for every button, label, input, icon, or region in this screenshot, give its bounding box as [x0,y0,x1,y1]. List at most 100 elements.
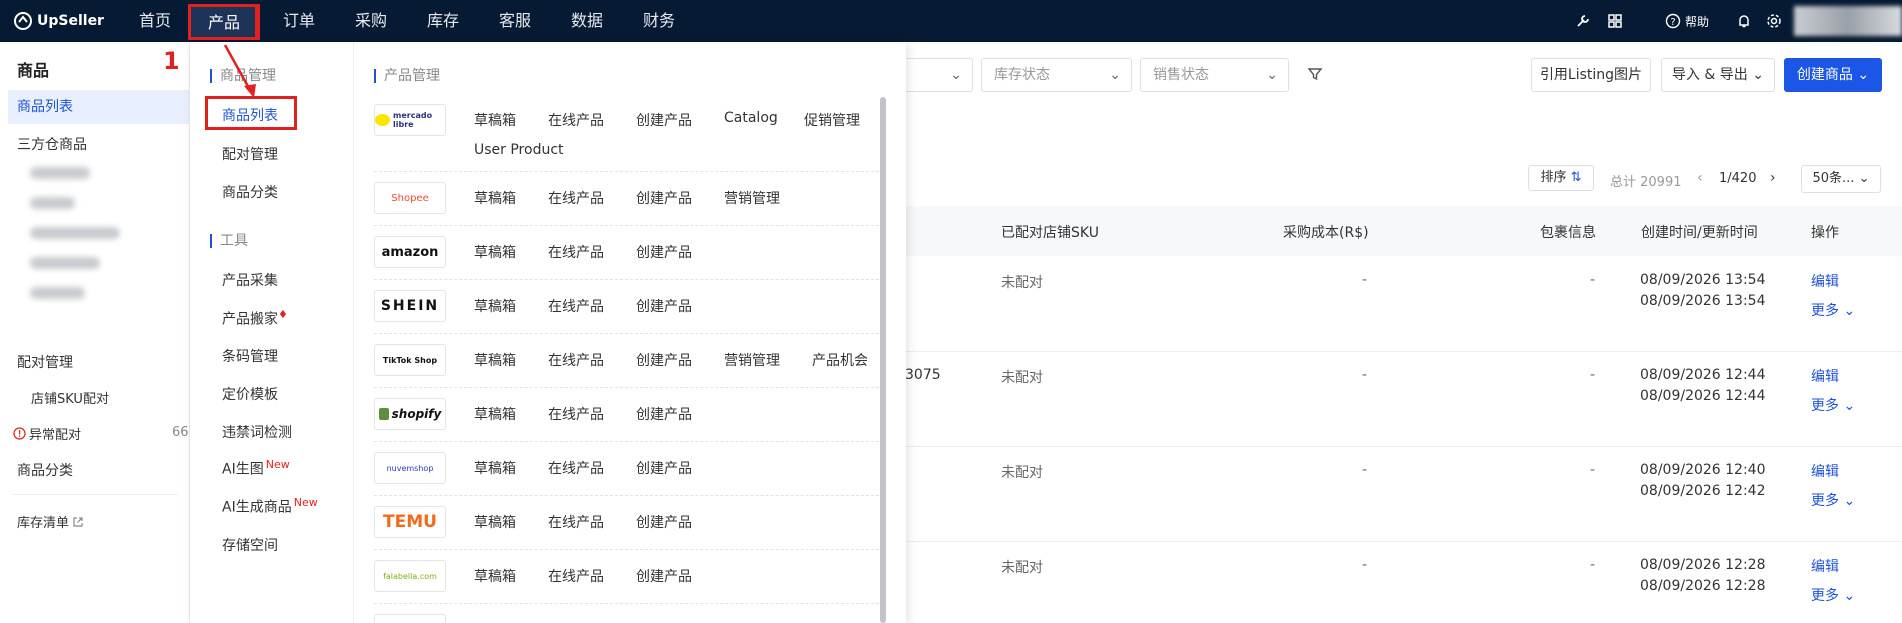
shopify-draft[interactable]: 草稿箱 [474,404,516,424]
stock-status-select[interactable]: 库存状态 ⌄ [981,58,1132,92]
sidebar-item-matching[interactable]: 配对管理 [17,352,73,372]
gear-icon[interactable] [1766,0,1782,42]
filter-icon[interactable] [1307,66,1323,86]
sidebar-item-inventory-list[interactable]: 库存清单 [17,512,84,531]
platform-nuvemshop: nuvemshop 草稿箱 在线产品 创建产品 [374,442,884,496]
nuvem-draft[interactable]: 草稿箱 [474,458,516,478]
ml-promo[interactable]: 促销管理 [804,110,860,130]
tiktok-marketing[interactable]: 营销管理 [724,350,780,370]
shopify-online[interactable]: 在线产品 [548,404,604,424]
menu-item-barcode[interactable]: 条码管理 [222,346,278,366]
temu-online[interactable]: 在线产品 [548,512,604,532]
falabella-create[interactable]: 创建产品 [636,566,692,586]
menu-item-pricing[interactable]: 定价模板 [222,384,278,404]
shein-create[interactable]: 创建产品 [636,296,692,316]
menu-item-matching[interactable]: 配对管理 [222,144,278,164]
tiktok-online[interactable]: 在线产品 [548,350,604,370]
row2-edit-link[interactable]: 编辑 [1811,366,1839,386]
tiktok-create[interactable]: 创建产品 [636,350,692,370]
sidebar-item-abnormal[interactable]: 异常配对 [13,424,81,443]
shein-logo: SHEIN [374,290,446,322]
amazon-create[interactable]: 创建产品 [636,242,692,262]
mega-scrollbar[interactable] [880,97,886,623]
amazon-draft[interactable]: 草稿箱 [474,242,516,262]
menu-item-prohibited[interactable]: 违禁词检测 [222,422,292,442]
falabella-draft[interactable]: 草稿箱 [474,566,516,586]
filter-select-partial[interactable]: ⌄ [905,58,973,92]
page-size-select[interactable]: 50条... ⌄ [1801,165,1881,193]
row2-pkg: - [1590,367,1596,383]
shopee-create[interactable]: 创建产品 [636,188,692,208]
sidebar-item-third-warehouse[interactable]: 三方仓商品 [17,134,87,154]
row3-more-label: 更多 [1811,493,1839,509]
user-account[interactable] [1794,6,1902,36]
ref-listing-button[interactable]: 引用Listing图片 [1531,58,1651,92]
apps-grid-icon[interactable] [1607,0,1623,42]
ml-catalog[interactable]: Catalog [724,110,778,126]
shopify-bag-icon [378,408,389,420]
shein-draft[interactable]: 草稿箱 [474,296,516,316]
menu-item-collect[interactable]: 产品采集 [222,270,278,290]
prev-page-icon[interactable]: ‹ [1697,170,1703,186]
menu-item-ai-product[interactable]: AI生成商品 New [222,496,318,517]
shopee-online[interactable]: 在线产品 [548,188,604,208]
shopee-draft[interactable]: 草稿箱 [474,188,516,208]
sort-label: 排序 [1540,170,1567,185]
row4-more-link[interactable]: 更多 ⌄ [1811,585,1855,605]
row3-matched: 未配对 [1001,465,1043,481]
row3-edit-link[interactable]: 编辑 [1811,461,1839,481]
menu-item-ai-image[interactable]: AI生图 New [222,458,290,479]
sidebar-item-store-sku[interactable]: 店铺SKU配对 [31,388,109,407]
menu-item-category[interactable]: 商品分类 [222,182,278,202]
nav-data[interactable]: 数据 [571,0,603,42]
row3-more-link[interactable]: 更多 ⌄ [1811,490,1855,510]
row4-edit-link[interactable]: 编辑 [1811,556,1839,576]
row1-cost: - [1362,272,1368,288]
row1-more-link[interactable]: 更多 ⌄ [1811,300,1855,320]
tiktok-opportunity[interactable]: 产品机会 [812,350,868,370]
chevron-down-icon: ⌄ [1266,67,1278,83]
ml-online[interactable]: 在线产品 [548,110,604,130]
shopee-marketing[interactable]: 营销管理 [724,188,780,208]
import-export-button[interactable]: 导入 & 导出 ⌄ [1661,58,1775,92]
bell-icon[interactable] [1736,0,1752,42]
mercadolibre-name: mercado libre [393,111,433,129]
upseller-logo-icon [14,12,32,30]
nav-inventory[interactable]: 库存 [427,0,459,42]
tiktok-draft[interactable]: 草稿箱 [474,350,516,370]
menu-item-move[interactable]: 产品搬家♦ [222,308,288,329]
nuvem-online[interactable]: 在线产品 [548,458,604,478]
col-package: 包裹信息 [1540,225,1596,241]
create-product-button[interactable]: 创建商品 ⌄ [1784,58,1882,92]
wrench-icon[interactable] [1575,0,1591,42]
help-icon: ? [1665,13,1681,29]
nav-finance[interactable]: 财务 [643,0,675,42]
help-button[interactable]: ? 帮助 [1665,0,1709,42]
temu-draft[interactable]: 草稿箱 [474,512,516,532]
nuvem-create[interactable]: 创建产品 [636,458,692,478]
brand-logo[interactable]: UpSeller [14,11,104,31]
shein-online[interactable]: 在线产品 [548,296,604,316]
row2-created: 08/09/2026 12:44 [1640,367,1766,383]
ml-user-product[interactable]: User Product [474,142,564,158]
sidebar-item-product-list[interactable]: 商品列表 [8,90,190,124]
nav-purchase[interactable]: 采购 [355,0,387,42]
row1-edit-link[interactable]: 编辑 [1811,271,1839,291]
row2-more-link[interactable]: 更多 ⌄ [1811,395,1855,415]
temu-create[interactable]: 创建产品 [636,512,692,532]
ml-create[interactable]: 创建产品 [636,110,692,130]
nav-service[interactable]: 客服 [499,0,531,42]
ml-draft[interactable]: 草稿箱 [474,110,516,130]
falabella-online[interactable]: 在线产品 [548,566,604,586]
sales-status-select[interactable]: 销售状态 ⌄ [1140,58,1289,92]
nav-orders[interactable]: 订单 [283,0,315,42]
amazon-online[interactable]: 在线产品 [548,242,604,262]
nav-home[interactable]: 首页 [139,0,171,42]
menu-item-storage[interactable]: 存储空间 [222,535,278,555]
shopify-create[interactable]: 创建产品 [636,404,692,424]
ai-image-label: AI生图 [222,461,264,478]
nuvemshop-logo: nuvemshop [374,452,446,484]
next-page-icon[interactable]: › [1770,170,1776,186]
sort-button[interactable]: 排序 ⇅ [1528,165,1594,191]
sidebar-item-category[interactable]: 商品分类 [17,460,73,480]
